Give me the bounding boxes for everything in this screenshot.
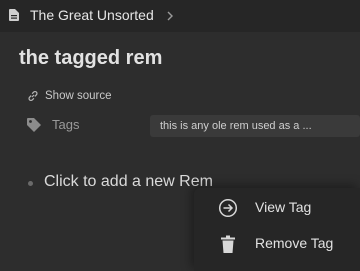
tag-icon [27,118,41,132]
arrow-circle-right-icon [218,198,238,218]
bullet-dot [28,181,33,186]
remove-tag-menu-item[interactable]: Remove Tag [194,225,360,261]
tags-label: Tags [52,117,80,132]
rem-document-view: The Great Unsorted the tagged rem Show s… [0,0,360,271]
document-icon [9,9,19,21]
tag-context-menu: View Tag Remove Tag [194,188,360,271]
tags-property-row: Tags this is any ole rem used as a ... [26,115,360,137]
remove-tag-label: Remove Tag [255,235,334,251]
trash-icon [221,235,235,253]
new-rem-placeholder[interactable]: Click to add a new Rem [44,173,213,191]
view-tag-label: View Tag [255,199,312,215]
chevron-right-icon[interactable] [166,11,174,21]
breadcrumb: The Great Unsorted [0,0,360,32]
view-tag-menu-item[interactable]: View Tag [194,189,360,225]
breadcrumb-item-the-great-unsorted[interactable]: The Great Unsorted [30,7,154,23]
tag-chip[interactable]: this is any ole rem used as a ... [150,115,360,137]
link-icon [28,91,38,101]
show-source-label: Show source [45,90,112,102]
show-source-link[interactable]: Show source [27,88,111,104]
page-title[interactable]: the tagged rem [19,47,162,70]
